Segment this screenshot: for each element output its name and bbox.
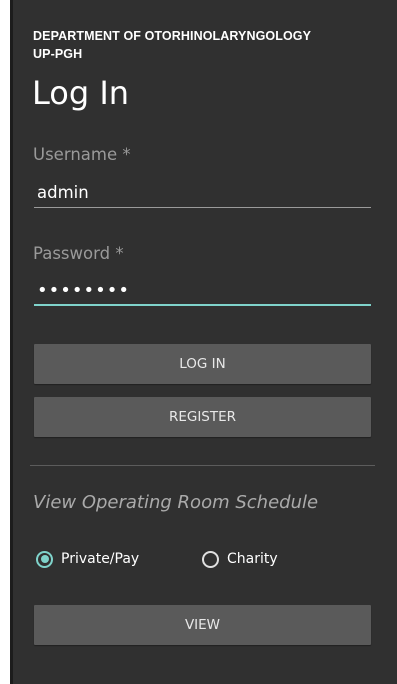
username-input[interactable] <box>34 178 371 206</box>
login-button[interactable]: LOG IN <box>34 344 371 384</box>
password-underline-focused <box>34 304 371 306</box>
section-divider <box>30 465 375 466</box>
radio-private-pay-label: Private/Pay <box>61 551 140 567</box>
password-input[interactable] <box>34 276 371 304</box>
institution-name: UP-PGH <box>33 47 83 61</box>
page-title: Log In <box>32 74 130 112</box>
view-schedule-button[interactable]: VIEW <box>34 605 371 645</box>
schedule-section-title: View Operating Room Schedule <box>33 492 319 513</box>
username-label: Username * <box>33 145 131 164</box>
radio-checked-icon <box>36 550 53 568</box>
username-underline <box>34 207 371 208</box>
radio-private-pay[interactable]: Private/Pay <box>36 548 139 570</box>
radio-charity-label: Charity <box>227 551 278 567</box>
department-name: DEPARTMENT OF OTORHINOLARYNGOLOGY <box>33 29 312 43</box>
register-button[interactable]: REGISTER <box>34 397 371 437</box>
radio-unchecked-icon <box>202 550 219 568</box>
password-label: Password * <box>33 244 124 263</box>
login-panel: DEPARTMENT OF OTORHINOLARYNGOLOGY UP-PGH… <box>10 0 397 684</box>
radio-charity[interactable]: Charity <box>202 548 278 570</box>
